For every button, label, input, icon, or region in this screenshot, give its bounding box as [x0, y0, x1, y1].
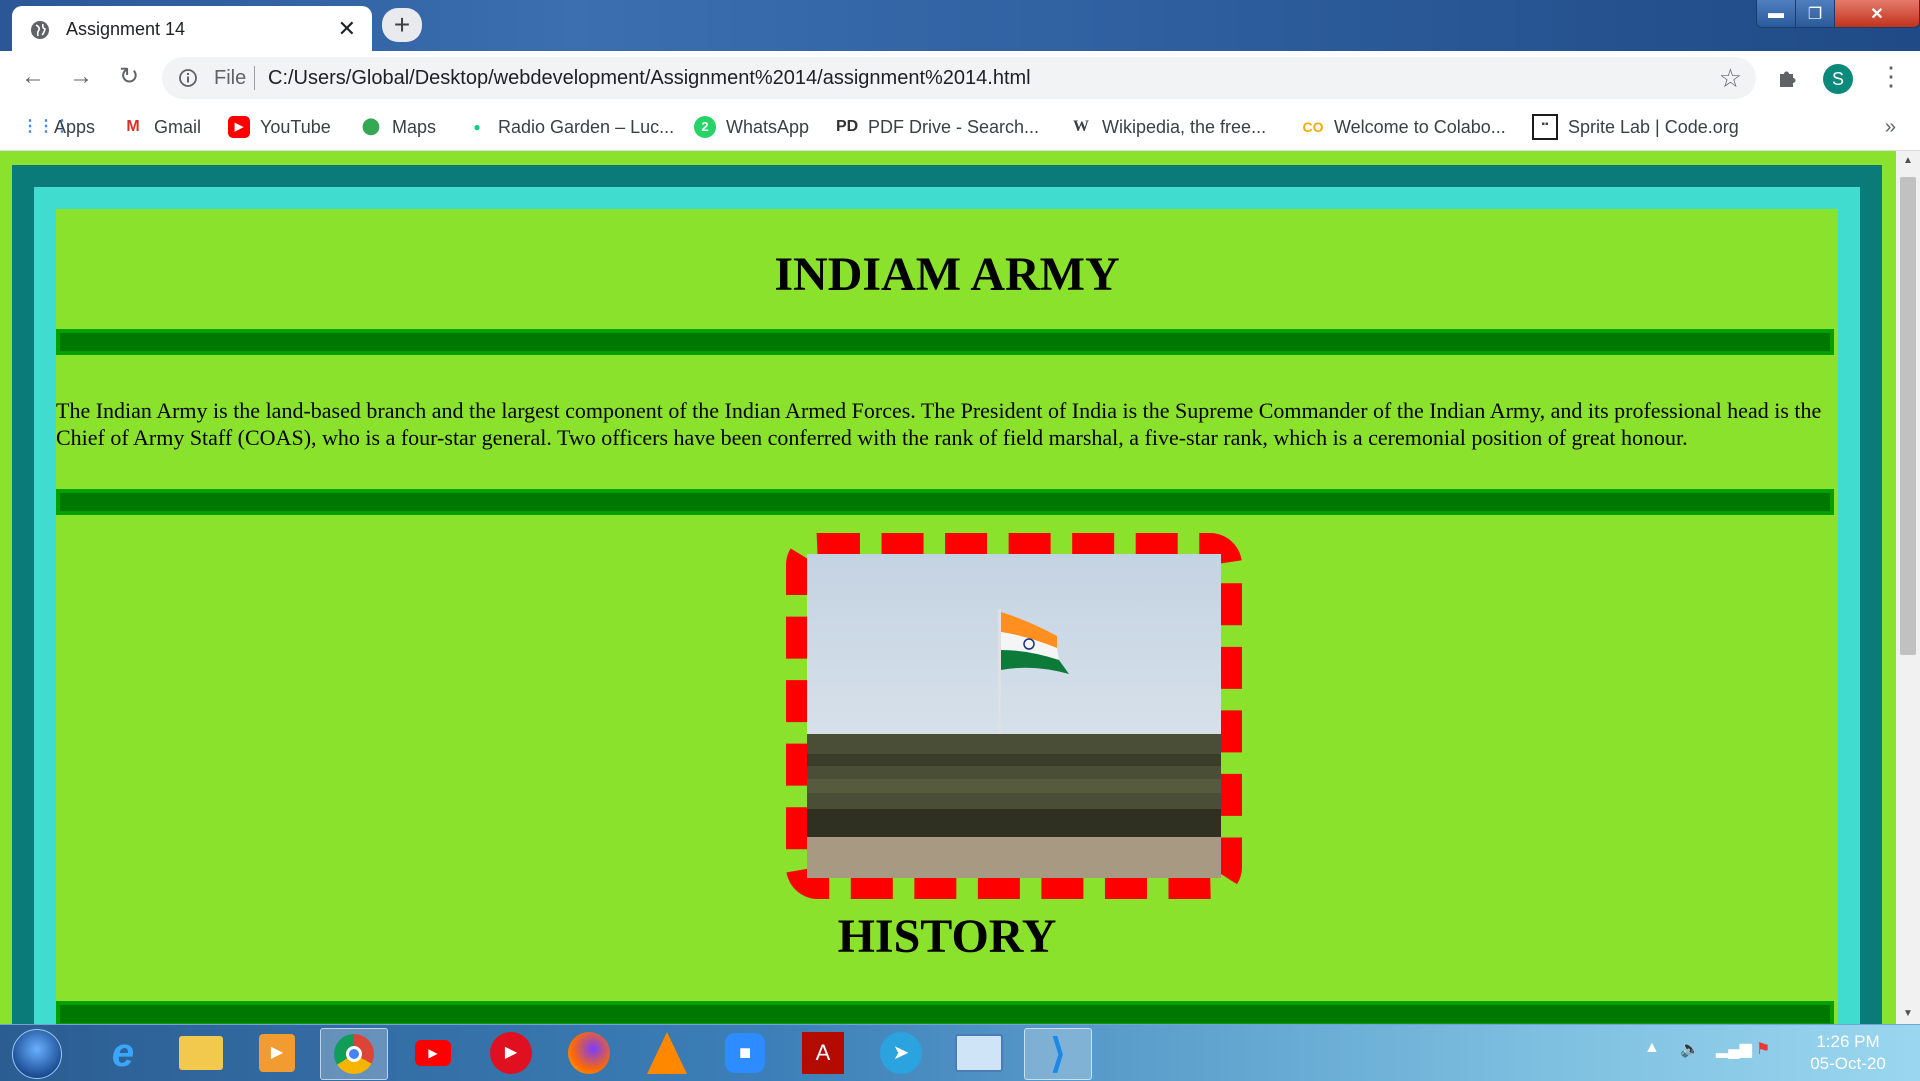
page-title: INDIAM ARMY	[774, 248, 1120, 301]
army-flag-scene	[807, 609, 1221, 878]
bookmark-star-icon[interactable]: ☆	[1719, 63, 1742, 94]
windows-taskbar: e ▶ ▶ ▶ ■ A ➤ ⟩ ▲ 🔈 ▂▄▆ ⚑ 1:26 PM 05-Oct…	[0, 1024, 1920, 1081]
action-center-flag-icon[interactable]: ⚑	[1756, 1039, 1770, 1059]
chrome-icon[interactable]	[320, 1028, 388, 1080]
address-bar[interactable]: File C:/Users/Global/Desktop/webdevelopm…	[162, 57, 1756, 99]
clock-time: 1:26 PM	[1816, 1032, 1880, 1051]
internet-explorer-icon[interactable]: e	[90, 1028, 156, 1078]
url-text[interactable]: C:/Users/Global/Desktop/webdevelopment/A…	[268, 67, 1031, 90]
zoom-icon[interactable]: ■	[712, 1028, 778, 1078]
profile-avatar[interactable]: S	[1823, 64, 1853, 94]
intro-paragraph: The Indian Army is the land-based branch…	[56, 398, 1822, 450]
bookmark-whatsapp[interactable]: 2 WhatsApp	[694, 115, 809, 139]
horizontal-rule	[56, 329, 1834, 355]
vscode-icon[interactable]: ⟩	[1024, 1028, 1092, 1080]
taskbar-clock[interactable]: 1:26 PM 05-Oct-20	[1798, 1031, 1898, 1075]
minimize-button[interactable]: ▬	[1757, 0, 1796, 27]
bookmark-label: Sprite Lab | Code.org	[1568, 116, 1739, 137]
bookmarks-bar: ⋮⋮⋮ Apps M Gmail ▶ YouTube ⬤ Maps ● Radi…	[0, 104, 1920, 151]
bookmark-label: Maps	[392, 116, 437, 137]
globe-icon	[31, 21, 49, 39]
volume-icon[interactable]: 🔈	[1680, 1039, 1700, 1059]
bookmark-apps[interactable]: ⋮⋮⋮ Apps	[22, 115, 95, 139]
bookmark-label: PDF Drive - Search...	[868, 116, 1040, 137]
vlc-icon[interactable]	[634, 1028, 700, 1078]
extensions-puzzle-icon[interactable]	[1776, 66, 1800, 90]
bookmark-label: Wikipedia, the free...	[1102, 116, 1267, 137]
bookmark-label: Radio Garden – Luc...	[498, 116, 675, 137]
scroll-down-arrow-icon[interactable]: ▼	[1896, 1004, 1920, 1024]
outer-border: INDIAM ARMY The Indian Army is the land-…	[12, 165, 1882, 1024]
page-content: INDIAM ARMY The Indian Army is the land-…	[56, 209, 1838, 1024]
bookmark-label: Apps	[54, 116, 96, 137]
bookmark-wikipedia[interactable]: W Wikipedia, the free...	[1070, 115, 1266, 139]
whatsapp-icon: 2	[694, 116, 716, 138]
telegram-icon[interactable]: ➤	[868, 1028, 934, 1078]
scroll-up-arrow-icon[interactable]: ▲	[1896, 151, 1920, 171]
bookmark-radio-garden[interactable]: ● Radio Garden – Luc...	[466, 115, 674, 139]
file-scheme-label: File	[214, 67, 247, 89]
bookmark-gmail[interactable]: M Gmail	[122, 115, 201, 139]
remote-desktop-icon[interactable]	[946, 1028, 1012, 1078]
start-button[interactable]	[12, 1029, 62, 1079]
radio-garden-icon: ●	[473, 120, 481, 134]
media-player-icon[interactable]: ▶	[244, 1028, 310, 1078]
firefox-icon[interactable]	[556, 1028, 622, 1078]
page-scrollbar[interactable]: ▲ ▼	[1896, 151, 1920, 1024]
bookmark-label: Welcome to Colabo...	[1334, 116, 1506, 137]
music-player-icon[interactable]: ▶	[478, 1028, 544, 1078]
bookmark-colab[interactable]: CO Welcome to Colabo...	[1302, 115, 1506, 139]
youtube-app-icon[interactable]: ▶	[400, 1028, 466, 1078]
browser-menu-icon[interactable]: ⋮	[1878, 63, 1904, 89]
tab-assignment-14[interactable]: Assignment 14 ✕	[12, 6, 372, 51]
wikipedia-icon: W	[1073, 118, 1089, 135]
bookmark-youtube[interactable]: ▶ YouTube	[228, 115, 331, 139]
inner-border: INDIAM ARMY The Indian Army is the land-…	[34, 187, 1860, 1024]
colab-icon: CO	[1302, 119, 1324, 135]
bookmark-label: Gmail	[154, 116, 202, 137]
maximize-button[interactable]: ❐	[1796, 0, 1835, 27]
maps-pin-icon: ⬤	[362, 118, 380, 135]
code-org-icon: ▪▪	[1532, 114, 1558, 140]
acrobat-icon[interactable]: A	[790, 1028, 856, 1078]
browser-titlebar: Assignment 14 ✕ + ▬ ❐ ✕	[0, 0, 1920, 51]
bookmark-pdf-drive[interactable]: PD PDF Drive - Search...	[836, 115, 1039, 139]
horizontal-rule	[56, 1001, 1834, 1024]
youtube-icon: ▶	[228, 116, 250, 138]
gmail-icon: M	[126, 118, 140, 135]
bookmark-label: YouTube	[260, 116, 331, 137]
indian-army-photo	[807, 554, 1221, 878]
bookmark-code-org[interactable]: ▪▪ Sprite Lab | Code.org	[1532, 114, 1739, 140]
army-image-frame	[786, 533, 1242, 899]
reload-icon[interactable]: ↻	[116, 64, 142, 90]
back-arrow-icon[interactable]: ←	[20, 64, 46, 90]
apps-grid-icon: ⋮⋮⋮	[22, 118, 70, 135]
window-controls: ▬ ❐ ✕	[1756, 0, 1920, 28]
history-heading: HISTORY	[837, 910, 1057, 963]
network-icon[interactable]: ▂▄▆	[1716, 1039, 1752, 1059]
page-viewport: INDIAM ARMY The Indian Army is the land-…	[0, 151, 1896, 1024]
clock-date: 05-Oct-20	[1810, 1054, 1886, 1073]
tab-title: Assignment 14	[66, 19, 186, 39]
new-tab-button[interactable]: +	[382, 8, 422, 42]
file-explorer-icon[interactable]	[168, 1028, 234, 1078]
pdf-drive-icon: PD	[836, 118, 859, 135]
tab-close-icon[interactable]: ✕	[338, 16, 356, 42]
info-icon[interactable]	[178, 68, 198, 88]
bookmark-label: WhatsApp	[726, 116, 810, 137]
close-window-button[interactable]: ✕	[1835, 0, 1919, 27]
more-bookmarks-chevron-icon[interactable]: »	[1885, 116, 1896, 139]
browser-toolbar: ← → ↻ File C:/Users/Global/Desktop/webde…	[0, 51, 1920, 104]
forward-arrow-icon[interactable]: →	[68, 64, 94, 90]
scrollbar-thumb[interactable]	[1900, 177, 1916, 655]
bookmark-maps[interactable]: ⬤ Maps	[360, 115, 436, 139]
show-hidden-icons-icon[interactable]: ▲	[1644, 1039, 1660, 1057]
address-separator	[254, 66, 255, 90]
horizontal-rule	[56, 489, 1834, 515]
